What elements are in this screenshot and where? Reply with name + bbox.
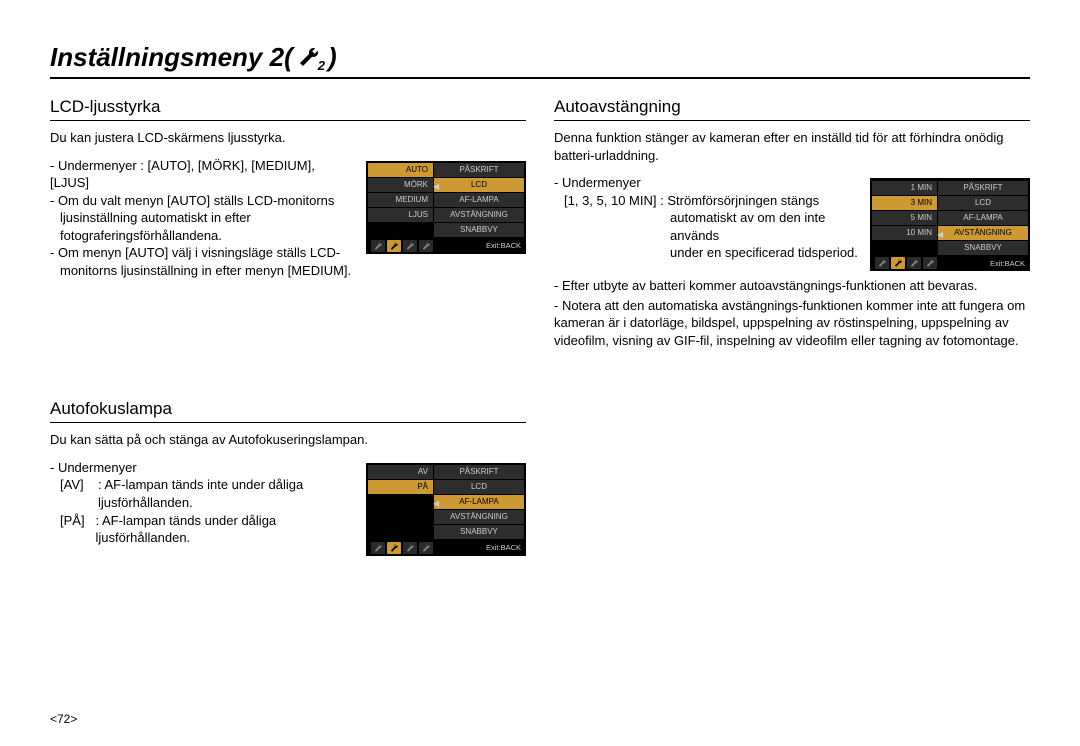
af-intro: Du kan sätta på och stänga av Autofokuse… <box>50 431 526 449</box>
lcd-menu-screenshot: AUTOPÅSKRIFT MÖRK◀LCD MEDIUMAF-LAMPA LJU… <box>366 161 526 254</box>
tab-icons <box>371 542 433 554</box>
auto-intro: Denna funktion stänger av kameran efter … <box>554 129 1030 164</box>
lcd-bullets: - Undermenyer : [AUTO], [MÖRK], [MEDIUM]… <box>50 157 356 280</box>
auto-b3: - Notera att den automatiska avstängning… <box>554 297 1030 350</box>
af-menu-screenshot: AVPÅSKRIFT PÅLCD ◀AF-LAMPA AVSTÄNGNING S… <box>366 463 526 556</box>
wrench-icon: 2 <box>297 42 328 73</box>
page-number: <72> <box>50 712 77 726</box>
lcd-heading: LCD-ljusstyrka <box>50 97 526 121</box>
tab-icons <box>371 240 433 252</box>
auto-heading: Autoavstängning <box>554 97 1030 121</box>
page-title: Inställningsmeny 2( <box>50 42 293 73</box>
af-bullets: - Undermenyer [AV]: AF-lampan tänds inte… <box>50 459 356 547</box>
auto-sub: - Undermenyer [1, 3, 5, 10 MIN] : Strömf… <box>554 174 860 262</box>
auto-b2: - Efter utbyte av batteri kommer autoavs… <box>554 277 1030 295</box>
lcd-intro: Du kan justera LCD-skärmens ljusstyrka. <box>50 129 526 147</box>
page-title-row: Inställningsmeny 2( 2 ) <box>50 42 1030 79</box>
tab-icons <box>875 257 937 269</box>
af-heading: Autofokuslampa <box>50 399 526 423</box>
auto-menu-screenshot: 1 MINPÅSKRIFT 3 MINLCD 5 MINAF-LAMPA 10 … <box>870 178 1030 271</box>
page-title-close: ) <box>328 42 337 73</box>
